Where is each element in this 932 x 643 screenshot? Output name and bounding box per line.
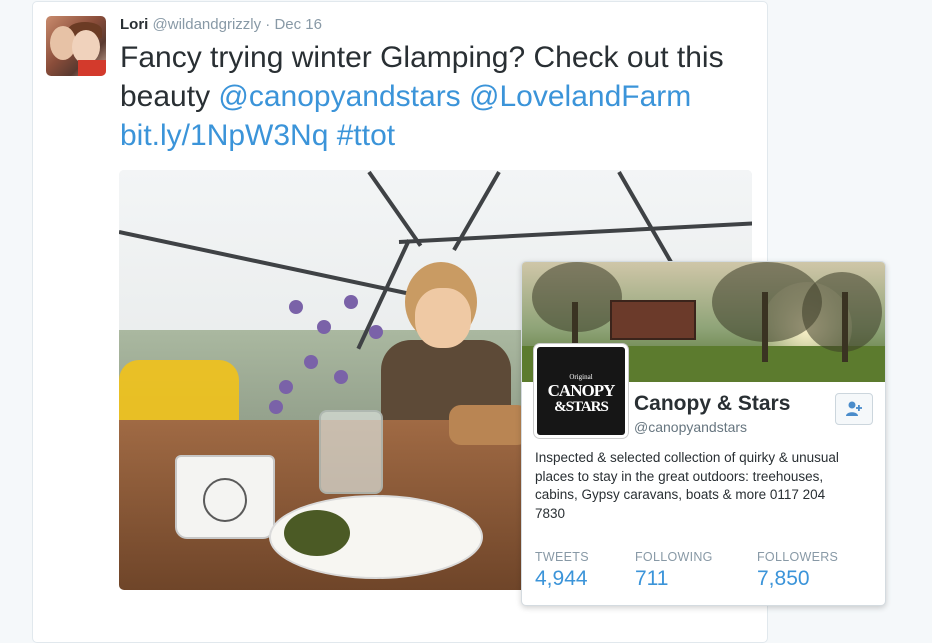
author-avatar[interactable] (46, 16, 106, 76)
hovercard-avatar[interactable]: Original CANOPY &STARS (534, 344, 628, 438)
profile-hovercard[interactable]: Original CANOPY &STARS Canopy & Stars @c… (521, 261, 886, 606)
photo-mug-logo (203, 478, 247, 522)
hovercard-name[interactable]: Canopy & Stars (634, 392, 790, 416)
photo-avocado (284, 510, 350, 556)
stat-following-label: FOLLOWING (635, 550, 713, 564)
stat-tweets-label: TWEETS (535, 550, 589, 564)
stat-tweets[interactable]: TWEETS 4,944 (535, 550, 589, 591)
banner-tree-trunk (842, 292, 848, 362)
tweet-url-link[interactable]: bit.ly/1NpW3Nq (120, 119, 328, 152)
stat-following-value: 711 (635, 567, 669, 590)
photo-flower (289, 300, 303, 314)
stat-following[interactable]: FOLLOWING 711 (635, 550, 713, 591)
banner-tree-trunk (762, 292, 768, 362)
avatar-shirt (78, 60, 106, 76)
photo-flower (279, 380, 293, 394)
stat-followers[interactable]: FOLLOWERS 7,850 (757, 550, 838, 591)
mention-canopyandstars[interactable]: @canopyandstars (218, 80, 460, 113)
photo-flower (344, 295, 358, 309)
hovercard-bio: Inspected & selected collection of quirk… (535, 450, 839, 521)
follow-user-plus-icon (846, 401, 862, 416)
stat-tweets-value: 4,944 (535, 567, 588, 590)
photo-child-face (415, 288, 471, 348)
stat-followers-label: FOLLOWERS (757, 550, 839, 564)
banner-caravan (610, 300, 696, 340)
photo-toast (449, 405, 529, 445)
avatar-face-child (72, 30, 100, 64)
photo-flower (304, 355, 318, 369)
header-separator: · (265, 16, 271, 33)
photo-flower (269, 400, 283, 414)
tweet-header: Lori @wildandgrizzly · Dec 16 (120, 16, 322, 33)
follow-button[interactable] (835, 393, 873, 425)
logo-small-text: Original (569, 373, 593, 381)
author-handle[interactable]: @wildandgrizzly (153, 16, 262, 33)
mention-lovelandfarm[interactable]: @LovelandFarm (469, 80, 691, 113)
logo-text-stars: &STARS (554, 399, 609, 415)
hashtag-ttot[interactable]: #ttot (337, 119, 395, 152)
photo-flower (334, 370, 348, 384)
author-name[interactable]: Lori (120, 16, 148, 33)
stat-followers-value: 7,850 (757, 567, 810, 590)
photo-vase (319, 410, 383, 494)
photo-flower (317, 320, 331, 334)
logo-text-canopy: CANOPY (547, 381, 616, 400)
hovercard-handle[interactable]: @canopyandstars (634, 419, 747, 435)
photo-flower (369, 325, 383, 339)
tweet-text: Fancy trying winter Glamping? Check out … (120, 38, 760, 155)
tweet-date[interactable]: Dec 16 (274, 16, 322, 33)
